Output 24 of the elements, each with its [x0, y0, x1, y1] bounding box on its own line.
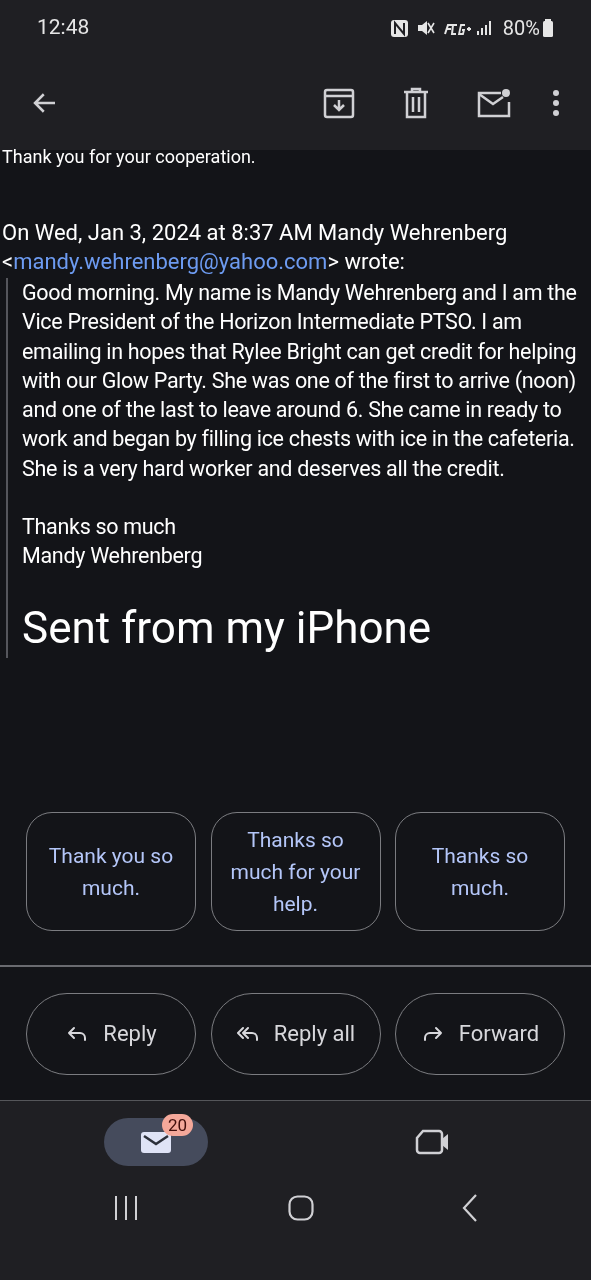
delete-icon[interactable]	[402, 87, 430, 119]
quoted-paragraph: Good morning. My name is Mandy Wehrenberg and I am the Vice President of the Horizon Intermediate PTSO. I am emailing in hopes that Rylee Bright can get credit for helping with our Glow Party. She was one of the first to arrive (noon) and one of the last to leave around 6. She came in ready to work and began by filling ice chests with ice in the cafeteria. She is a very hard worker and deserves all the credit.	[22, 279, 578, 483]
battery-percentage: 80%	[502, 15, 540, 42]
signature: Sent from my iPhone	[22, 600, 433, 656]
archive-icon[interactable]	[323, 87, 355, 119]
nfc-icon	[389, 18, 409, 38]
back-icon[interactable]	[462, 1194, 478, 1222]
home-icon[interactable]	[287, 1195, 314, 1221]
mark-unread-icon[interactable]	[477, 88, 511, 118]
mute-icon	[416, 19, 435, 37]
message-text: Thank you for your cooperation.	[2, 145, 257, 169]
unread-count-badge: 20	[162, 1114, 194, 1136]
battery-icon	[542, 19, 554, 37]
email-link[interactable]: mandy.wehrenberg@yahoo.com	[13, 249, 328, 274]
smart-reply-chip[interactable]: Thank you so much.	[26, 812, 196, 931]
video-camera-icon	[415, 1128, 451, 1156]
smart-reply-chip[interactable]: Thanks so much.	[395, 812, 565, 931]
quote-attribution: On Wed, Jan 3, 2024 at 8:37 AM Mandy Wehrenberg <mandy.wehrenberg@yahoo.com> wrote:	[2, 219, 509, 276]
mail-icon	[140, 1130, 172, 1154]
smart-reply-chip[interactable]: Thanks so much for your help.	[210, 812, 381, 931]
quoted-paragraph: Thanks so much Mandy Wehrenberg	[22, 513, 204, 571]
status-time: 12:48	[37, 14, 90, 42]
recent-apps-icon[interactable]	[113, 1195, 139, 1221]
more-options-icon[interactable]	[551, 89, 561, 117]
